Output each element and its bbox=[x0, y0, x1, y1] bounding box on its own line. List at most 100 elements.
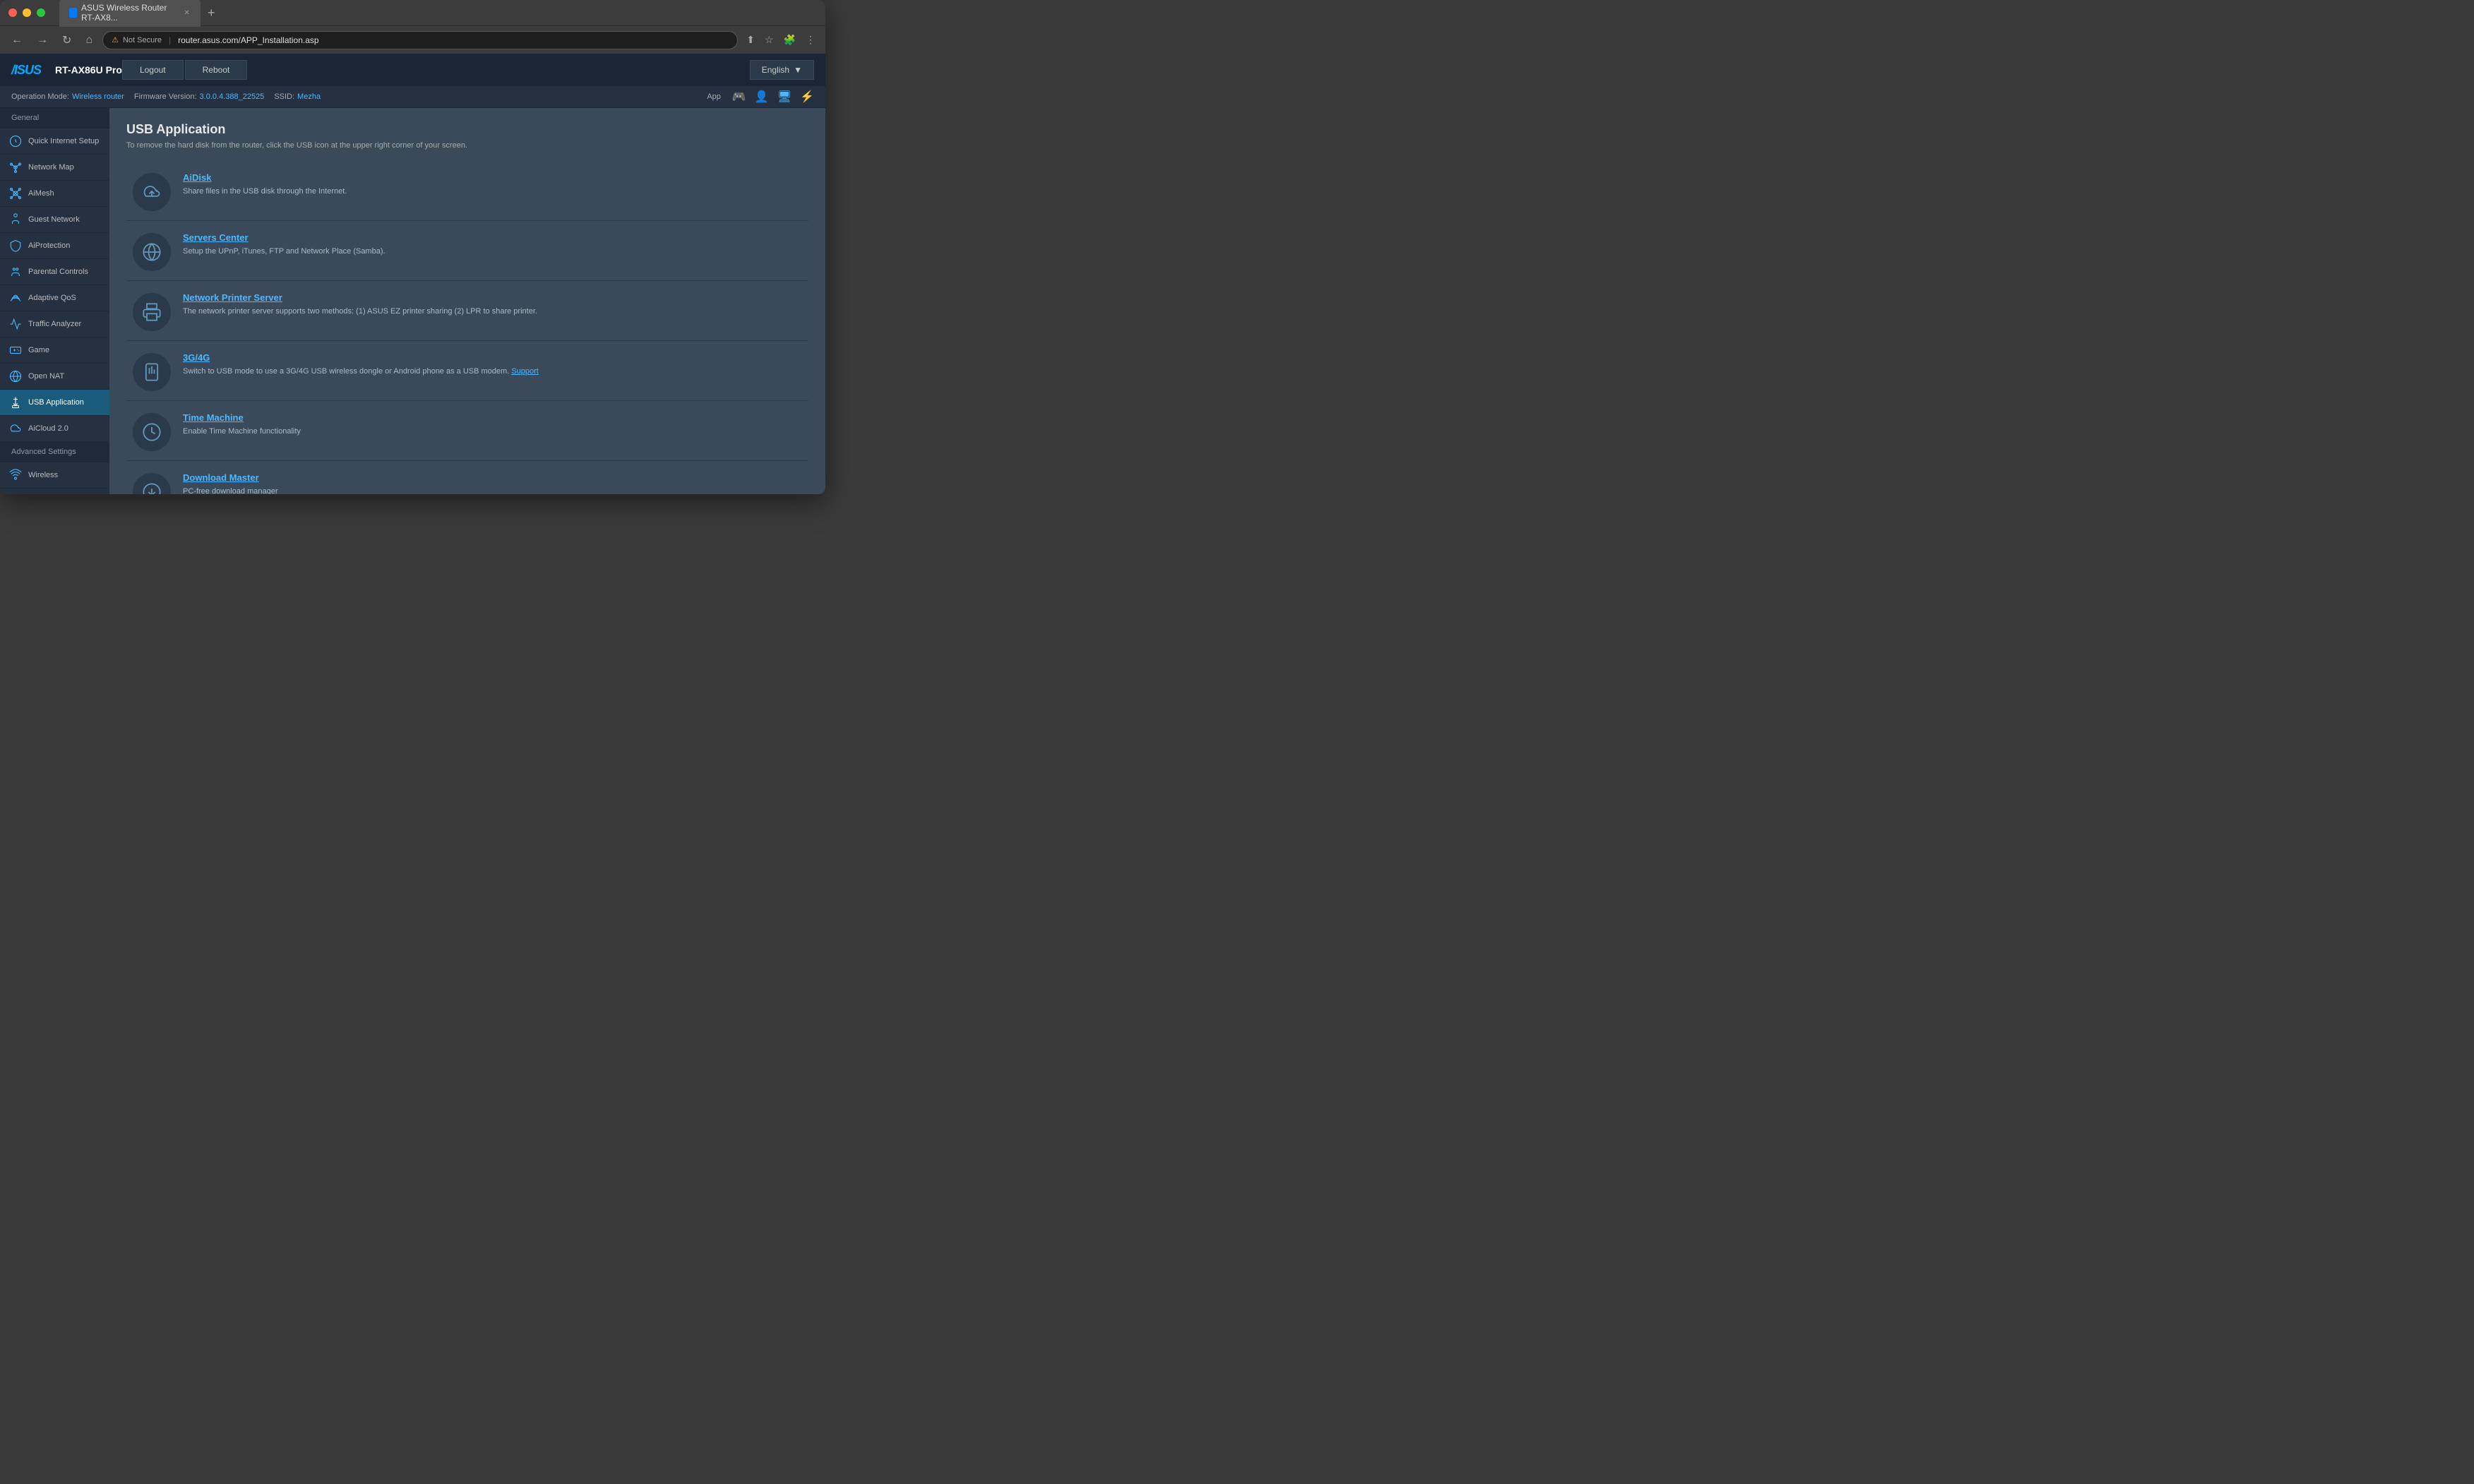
feature-item-servers-center[interactable]: Servers Center Setup the UPnP, iTunes, F… bbox=[126, 224, 808, 281]
time-machine-info: Time Machine Enable Time Machine functio… bbox=[183, 412, 803, 438]
router-app: /ISUS RT-AX86U Pro Logout Reboot English… bbox=[0, 54, 825, 494]
sidebar-item-traffic-analyzer[interactable]: Traffic Analyzer bbox=[0, 311, 109, 337]
sidebar-item-label: Game bbox=[28, 346, 49, 354]
sidebar-general-header: General bbox=[0, 108, 109, 128]
parental-controls-icon bbox=[8, 265, 23, 279]
status-icons: App 🎮 👤 🖥 ⚡ bbox=[707, 90, 814, 104]
sidebar-item-aicloud[interactable]: AiCloud 2.0 bbox=[0, 416, 109, 442]
sidebar-item-adaptive-qos[interactable]: Adaptive QoS bbox=[0, 285, 109, 311]
reload-button[interactable]: ↻ bbox=[58, 30, 76, 50]
forward-button[interactable]: → bbox=[32, 31, 52, 49]
tab-close-button[interactable]: ✕ bbox=[183, 8, 191, 18]
firmware-value[interactable]: 3.0.0.4.388_22525 bbox=[200, 92, 265, 101]
sidebar-item-aiprotection[interactable]: AiProtection bbox=[0, 233, 109, 259]
reboot-button[interactable]: Reboot bbox=[185, 60, 248, 80]
game-status-icon[interactable]: 🎮 bbox=[732, 90, 746, 104]
user-status-icon[interactable]: 👤 bbox=[755, 90, 769, 104]
adaptive-qos-icon bbox=[8, 291, 23, 305]
feature-item-time-machine[interactable]: Time Machine Enable Time Machine functio… bbox=[126, 404, 808, 461]
feature-item-network-printer[interactable]: Network Printer Server The network print… bbox=[126, 284, 808, 341]
traffic-analyzer-icon bbox=[8, 317, 23, 331]
usb-status-icon[interactable]: ⚡ bbox=[800, 90, 814, 104]
network-map-icon bbox=[8, 160, 23, 174]
time-machine-desc: Enable Time Machine functionality bbox=[183, 426, 803, 438]
minimize-window-button[interactable] bbox=[23, 8, 31, 17]
aiprotection-icon bbox=[8, 239, 23, 253]
network-printer-title[interactable]: Network Printer Server bbox=[183, 292, 803, 303]
sidebar-item-game[interactable]: Game bbox=[0, 337, 109, 364]
more-button[interactable]: ⋮ bbox=[803, 31, 818, 49]
download-master-info: Download Master PC-free download manager… bbox=[183, 472, 803, 494]
page-subtitle: To remove the hard disk from the router,… bbox=[126, 141, 808, 150]
maximize-window-button[interactable] bbox=[37, 8, 45, 17]
sidebar-item-label: Guest Network bbox=[28, 215, 80, 224]
feature-item-aidisk[interactable]: AiDisk Share files in the USB disk throu… bbox=[126, 164, 808, 221]
operation-mode-label: Operation Mode: bbox=[11, 92, 69, 101]
globe-icon bbox=[142, 242, 162, 262]
download-master-icon-circle bbox=[132, 472, 172, 494]
close-window-button[interactable] bbox=[8, 8, 17, 17]
network-printer-icon-circle bbox=[132, 292, 172, 332]
ssid-value[interactable]: Mezha bbox=[297, 92, 321, 101]
router-header: /ISUS RT-AX86U Pro Logout Reboot English… bbox=[0, 54, 825, 86]
tab-title: ASUS Wireless Router RT-AX8... bbox=[81, 3, 179, 23]
aidisk-title[interactable]: AiDisk bbox=[183, 172, 803, 183]
browser-window: ASUS Wireless Router RT-AX8... ✕ + ← → ↻… bbox=[0, 0, 825, 494]
aidisk-icon-circle bbox=[132, 172, 172, 212]
3g4g-title[interactable]: 3G/4G bbox=[183, 352, 803, 363]
asus-logo-text: /ISUS bbox=[11, 63, 41, 78]
sidebar-item-usb-application[interactable]: USB Application bbox=[0, 390, 109, 416]
security-label: Not Secure bbox=[123, 36, 162, 44]
sidebar-item-network-map[interactable]: Network Map bbox=[0, 155, 109, 181]
3g4g-desc: Switch to USB mode to use a 3G/4G USB wi… bbox=[183, 366, 803, 378]
download-icon bbox=[142, 482, 162, 494]
sidebar-item-label: Wireless bbox=[28, 471, 58, 479]
feature-item-download-master[interactable]: Download Master PC-free download manager… bbox=[126, 464, 808, 494]
sidebar-item-wireless[interactable]: Wireless bbox=[0, 462, 109, 489]
tab-bar: ASUS Wireless Router RT-AX8... ✕ + bbox=[59, 0, 817, 27]
sidebar-item-label: AiCloud 2.0 bbox=[28, 424, 68, 433]
network-printer-desc: The network printer server supports two … bbox=[183, 306, 803, 318]
servers-center-desc: Setup the UPnP, iTunes, FTP and Network … bbox=[183, 246, 803, 258]
download-master-desc: PC-free download manager bbox=[183, 486, 803, 494]
3g4g-icon-circle bbox=[132, 352, 172, 392]
ssid-label: SSID: bbox=[274, 92, 294, 101]
monitor-status-icon[interactable]: 🖥 bbox=[777, 90, 791, 104]
tab-favicon bbox=[69, 8, 77, 18]
feature-item-3g4g[interactable]: 3G/4G Switch to USB mode to use a 3G/4G … bbox=[126, 344, 808, 401]
3g4g-support-link[interactable]: Support bbox=[511, 367, 539, 376]
operation-mode-value[interactable]: Wireless router bbox=[72, 92, 124, 101]
new-tab-button[interactable]: + bbox=[203, 4, 220, 22]
guest-network-icon bbox=[8, 213, 23, 227]
download-master-title[interactable]: Download Master bbox=[183, 472, 803, 483]
sidebar-item-lan[interactable]: LAN bbox=[0, 489, 109, 494]
open-nat-icon bbox=[8, 369, 23, 383]
sidebar-item-aimesh[interactable]: AiMesh bbox=[0, 181, 109, 207]
active-tab[interactable]: ASUS Wireless Router RT-AX8... ✕ bbox=[59, 0, 201, 27]
network-printer-info: Network Printer Server The network print… bbox=[183, 292, 803, 318]
mobile-data-icon bbox=[142, 362, 162, 382]
share-button[interactable]: ⬆ bbox=[743, 31, 758, 49]
app-label: App bbox=[707, 92, 721, 101]
router-model: RT-AX86U Pro bbox=[55, 64, 122, 76]
logout-button[interactable]: Logout bbox=[122, 60, 184, 80]
servers-center-title[interactable]: Servers Center bbox=[183, 232, 803, 243]
status-bar: Operation Mode: Wireless router Firmware… bbox=[0, 86, 825, 108]
home-button[interactable]: ⌂ bbox=[81, 31, 97, 49]
bookmark-button[interactable]: ☆ bbox=[762, 31, 777, 49]
address-bar[interactable]: ⚠ Not Secure | router.asus.com/APP_Insta… bbox=[102, 31, 738, 49]
sidebar-item-parental-controls[interactable]: Parental Controls bbox=[0, 259, 109, 285]
usb-application-icon bbox=[8, 395, 23, 409]
sidebar-item-open-nat[interactable]: Open NAT bbox=[0, 364, 109, 390]
browser-toolbar: ← → ↻ ⌂ ⚠ Not Secure | router.asus.com/A… bbox=[0, 25, 825, 54]
language-button[interactable]: English ▼ bbox=[750, 60, 814, 80]
sidebar-item-quick-setup[interactable]: Quick Internet Setup bbox=[0, 128, 109, 155]
clock-rotate-icon bbox=[142, 422, 162, 442]
sidebar-item-label: Adaptive QoS bbox=[28, 294, 76, 302]
browser-titlebar: ASUS Wireless Router RT-AX8... ✕ + bbox=[0, 0, 825, 25]
back-button[interactable]: ← bbox=[7, 31, 27, 49]
sidebar-item-guest-network[interactable]: Guest Network bbox=[0, 207, 109, 233]
extensions-button[interactable]: 🧩 bbox=[781, 31, 799, 49]
sidebar-item-label: Traffic Analyzer bbox=[28, 320, 81, 328]
time-machine-title[interactable]: Time Machine bbox=[183, 412, 803, 423]
